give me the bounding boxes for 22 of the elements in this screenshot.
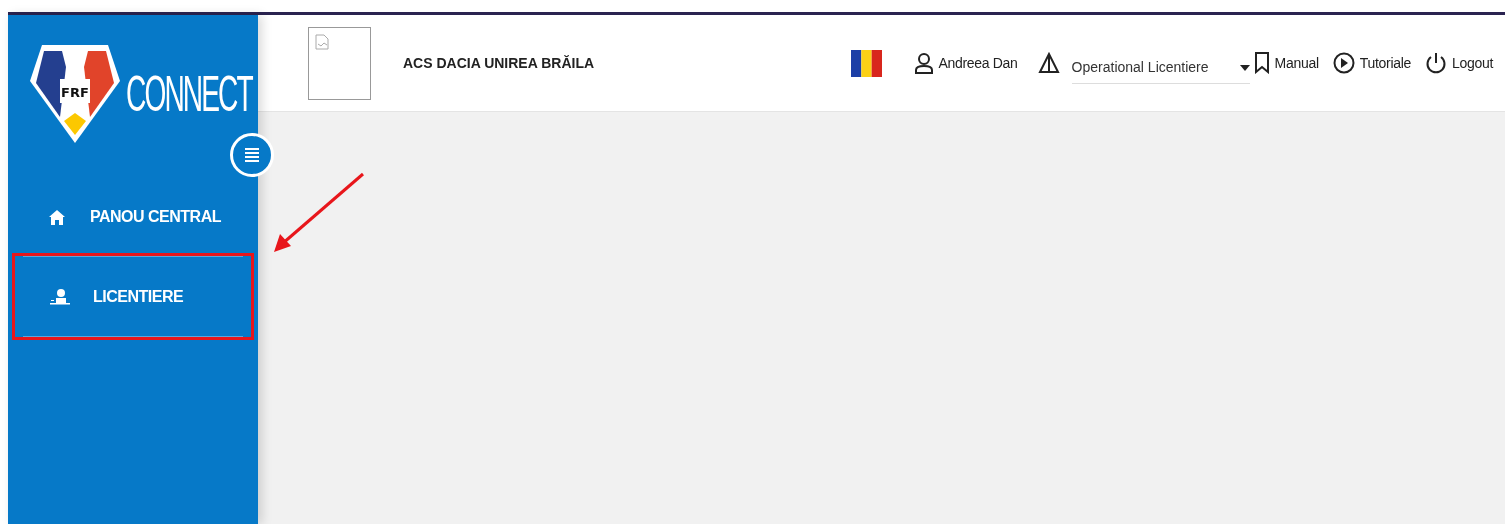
- power-icon: [1424, 52, 1447, 74]
- person-desk-icon: [49, 288, 71, 305]
- romania-flag-icon: [851, 49, 883, 77]
- sidebar-item[interactable]: PANOU CENTRAL: [90, 205, 221, 229]
- warning-triangle-icon: [1037, 52, 1060, 74]
- logo-badge-text: FRF: [61, 85, 89, 100]
- user-name[interactable]: Andreea Dan: [938, 52, 1018, 74]
- home-icon: [49, 209, 65, 225]
- sidebar-item[interactable]: LICENTIERE: [93, 284, 184, 309]
- play-icon: [1332, 52, 1355, 74]
- menu-icon: [244, 147, 260, 163]
- club-name: ACS DACIA UNIREA BRĂILA: [403, 53, 595, 73]
- user-icon: [914, 52, 935, 74]
- menu-toggle-button[interactable]: [230, 133, 274, 177]
- bookmark-icon: [1253, 52, 1270, 74]
- logo-text: CONNECT: [126, 68, 252, 120]
- dropdown-caret-icon: [1239, 64, 1250, 71]
- header-link[interactable]: Manual: [1274, 52, 1319, 74]
- role-select[interactable]: Operational Licentiere: [1071, 52, 1250, 84]
- header-link[interactable]: Logout: [1451, 52, 1493, 74]
- header-link[interactable]: Tutoriale: [1359, 52, 1411, 74]
- broken-image-icon: [315, 34, 329, 50]
